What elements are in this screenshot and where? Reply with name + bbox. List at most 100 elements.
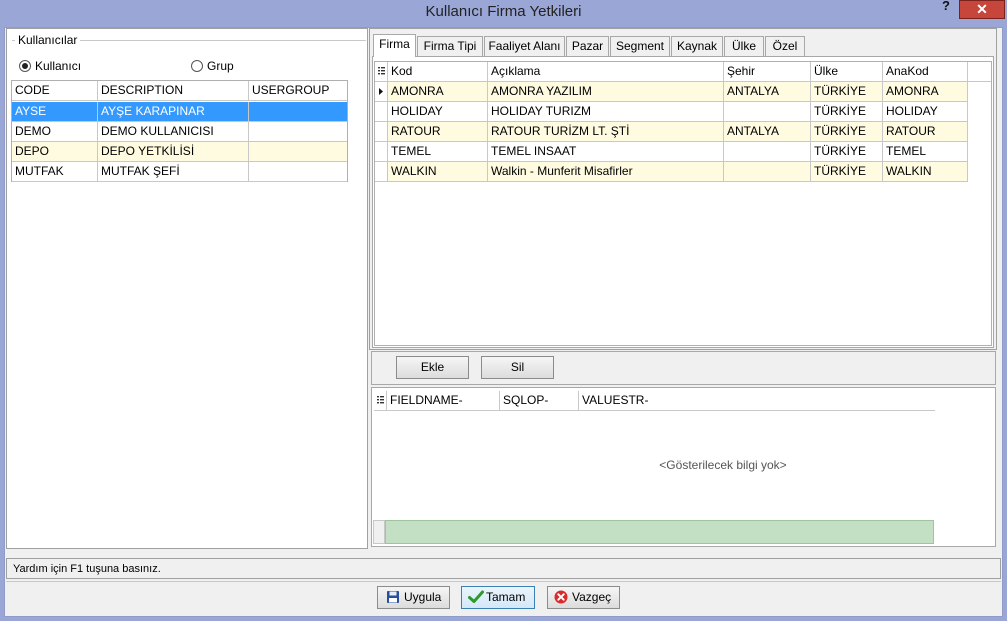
radio-group-label[interactable]: Grup (207, 59, 234, 73)
cell-usergroup (249, 142, 349, 161)
cell-description: MUTFAK ŞEFİ (98, 162, 249, 181)
cell-code: AYSE (12, 102, 98, 121)
filter-grid-header: FIELDNAME- SQLOP- VALUESTR- (374, 391, 935, 411)
column-header-sehir[interactable]: Şehir (724, 62, 811, 81)
cell-aciklama: Walkin - Munferit Misafirler (488, 162, 724, 181)
cell-ulke: TÜRKİYE (811, 162, 883, 181)
cancel-button[interactable]: Vazgeç (547, 586, 620, 609)
cell-anakod: HOLIDAY (883, 102, 968, 121)
cell-aciklama: RATOUR TURİZM LT. ŞTİ (488, 122, 724, 141)
cell-code: DEMO (12, 122, 98, 141)
column-header-aciklama[interactable]: Açıklama (488, 62, 724, 81)
cell-aciklama: HOLIDAY TURIZM (488, 102, 724, 121)
table-row[interactable]: RATOUR RATOUR TURİZM LT. ŞTİ ANTALYA TÜR… (375, 122, 968, 142)
cell-description: DEMO KULLANICISI (98, 122, 249, 141)
tab-firma[interactable]: Firma (373, 34, 416, 57)
cell-code: MUTFAK (12, 162, 98, 181)
cell-kod: TEMEL (388, 142, 488, 161)
cell-usergroup (249, 122, 349, 141)
cell-ulke: TÜRKİYE (811, 102, 883, 121)
column-header-usergroup[interactable]: USERGROUP (249, 81, 349, 100)
apply-label: Uygula (404, 590, 442, 604)
status-bar: Yardım için F1 tuşuna basınız. (6, 558, 1001, 579)
tab-pazar[interactable]: Pazar (566, 36, 609, 56)
cell-anakod: AMONRA (883, 82, 968, 101)
cell-anakod: WALKIN (883, 162, 968, 181)
tab-segment[interactable]: Segment (610, 36, 670, 56)
table-row[interactable]: AYSE AYŞE KARAPINAR (12, 102, 347, 122)
delete-button[interactable]: Sil (481, 356, 554, 379)
ok-label: Tamam (486, 590, 526, 604)
ok-button[interactable]: Tamam (461, 586, 535, 609)
table-row[interactable]: AMONRA AMONRA YAZILIM ANTALYA TÜRKİYE AM… (375, 82, 968, 102)
cell-ulke: TÜRKİYE (811, 142, 883, 161)
tab-firma-tipi[interactable]: Firma Tipi (417, 36, 483, 56)
cell-kod: WALKIN (388, 162, 488, 181)
tab-ulke[interactable]: Ülke (724, 36, 764, 56)
column-header-ulke[interactable]: Ülke (811, 62, 883, 81)
radio-user[interactable] (19, 60, 31, 72)
apply-button[interactable]: Uygula (377, 586, 450, 609)
column-header-fieldname[interactable]: FIELDNAME- (387, 391, 500, 410)
row-indicator (375, 102, 388, 121)
cell-kod: RATOUR (388, 122, 488, 141)
users-group-label: Kullanıcılar (15, 33, 81, 47)
cell-description: AYŞE KARAPINAR (98, 102, 249, 121)
cell-kod: HOLIDAY (388, 102, 488, 121)
cell-usergroup (249, 162, 349, 181)
cell-code: DEPO (12, 142, 98, 161)
cell-aciklama: TEMEL INSAAT (488, 142, 724, 161)
column-header-description[interactable]: DESCRIPTION (98, 81, 249, 100)
column-header-code[interactable]: CODE (12, 81, 98, 100)
add-button[interactable]: Ekle (396, 356, 469, 379)
tab-ozel[interactable]: Özel (765, 36, 805, 56)
cell-sehir: ANTALYA (724, 82, 811, 101)
tab-kaynak[interactable]: Kaynak (671, 36, 723, 56)
cell-ulke: TÜRKİYE (811, 82, 883, 101)
check-icon (468, 590, 484, 604)
users-grid[interactable]: CODE DESCRIPTION USERGROUP AYSE AYŞE KAR… (11, 80, 348, 182)
column-header-valuestr[interactable]: VALUESTR- (579, 391, 935, 410)
table-row[interactable]: TEMEL TEMEL INSAAT TÜRKİYE TEMEL (375, 142, 968, 162)
cell-sehir: ANTALYA (724, 122, 811, 141)
row-indicator (375, 162, 388, 181)
column-header-kod[interactable]: Kod (388, 62, 488, 81)
table-row[interactable]: DEMO DEMO KULLANICISI (12, 122, 347, 142)
cell-sehir (724, 162, 811, 181)
cancel-label: Vazgeç (572, 590, 612, 604)
tab-faaliyet-alani[interactable]: Faaliyet Alanı (484, 36, 565, 56)
cell-kod: AMONRA (388, 82, 488, 101)
firm-grid-header: Kod Açıklama Şehir Ülke AnaKod (375, 62, 991, 82)
cell-ulke: TÜRKİYE (811, 122, 883, 141)
cell-anakod: TEMEL (883, 142, 968, 161)
window-title: Kullanıcı Firma Yetkileri (425, 3, 582, 20)
filter-footer-strip (385, 520, 934, 544)
row-indicator (375, 142, 388, 161)
help-button[interactable]: ? (936, 0, 956, 14)
row-pointer-icon (375, 82, 388, 101)
floppy-disk-icon (386, 590, 400, 604)
column-header-anakod[interactable]: AnaKod (883, 62, 968, 81)
radio-group[interactable] (191, 60, 203, 72)
column-chooser-icon[interactable] (375, 62, 388, 81)
empty-grid-message: <Gösterilecek bilgi yok> (659, 458, 787, 472)
cell-sehir (724, 102, 811, 121)
table-row[interactable]: HOLIDAY HOLIDAY TURIZM TÜRKİYE HOLIDAY (375, 102, 968, 122)
cell-description: DEPO YETKİLİSİ (98, 142, 249, 161)
cell-sehir (724, 142, 811, 161)
close-button[interactable]: ✕ (959, 0, 1005, 19)
row-indicator (375, 122, 388, 141)
filter-footer-indicator (373, 520, 385, 544)
cancel-icon (554, 590, 568, 604)
cell-aciklama: AMONRA YAZILIM (488, 82, 724, 101)
table-row[interactable]: WALKIN Walkin - Munferit Misafirler TÜRK… (375, 162, 968, 182)
cell-anakod: RATOUR (883, 122, 968, 141)
table-row[interactable]: DEPO DEPO YETKİLİSİ (12, 142, 347, 162)
table-row[interactable]: MUTFAK MUTFAK ŞEFİ (12, 162, 347, 182)
radio-user-label[interactable]: Kullanıcı (35, 59, 81, 73)
users-grid-header: CODE DESCRIPTION USERGROUP (12, 81, 347, 101)
column-header-sqlop[interactable]: SQLOP- (500, 391, 579, 410)
firm-grid[interactable]: Kod Açıklama Şehir Ülke AnaKod AMONRA AM… (374, 61, 992, 346)
cell-usergroup (249, 102, 349, 121)
column-chooser-icon[interactable] (374, 391, 387, 410)
